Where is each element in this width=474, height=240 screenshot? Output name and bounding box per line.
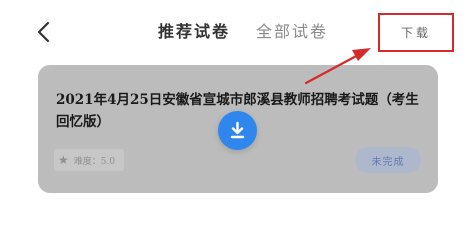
tab-all[interactable]: 全部试卷	[256, 18, 328, 42]
download-fab[interactable]	[218, 111, 257, 150]
download-button[interactable]: 下载	[378, 13, 454, 52]
difficulty-badge: ★ 难度：5.0	[54, 149, 124, 171]
star-icon: ★	[58, 153, 69, 167]
download-label: 下载	[400, 26, 431, 40]
status-button[interactable]: 未完成	[355, 147, 421, 173]
tab-recommended[interactable]: 推荐试卷	[158, 18, 230, 42]
difficulty-label: 难度：5.0	[73, 156, 116, 167]
status-label: 未完成	[371, 156, 405, 168]
download-icon	[230, 121, 245, 139]
